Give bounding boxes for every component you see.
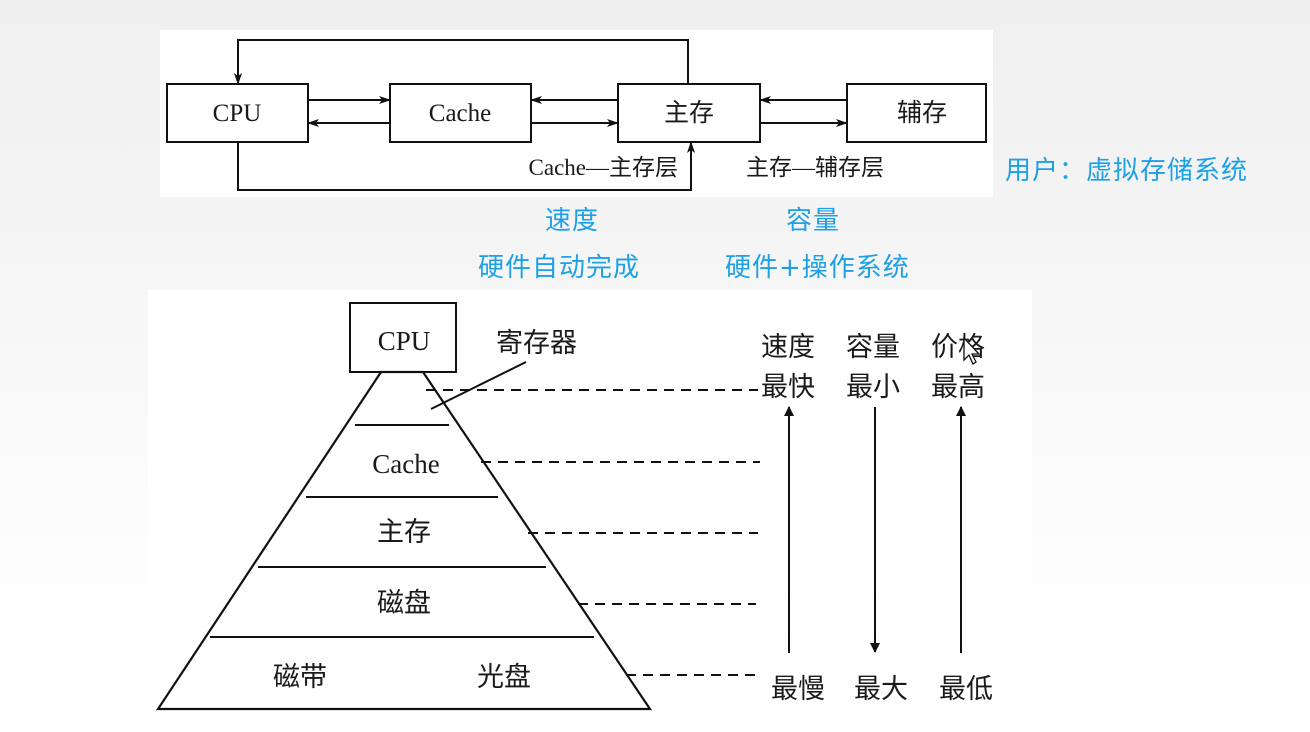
aux-memory-label: 辅存: [897, 99, 947, 127]
metric-price-bottom: 最低: [939, 674, 993, 704]
level-label-tape: 磁带: [273, 662, 327, 692]
metric-speed-bottom: 最慢: [771, 674, 825, 704]
metric-speed-top: 最快: [761, 372, 815, 402]
arrow-main-to-cpu-direct: [234, 39, 689, 85]
cache-main-aux-diagram: CPU Cache 主存 辅存 Cache—主存层 主存—辅存层: [160, 30, 993, 197]
metric-capacity-bottom: 最大: [854, 674, 908, 704]
metric-price-header: 价格: [931, 332, 985, 362]
metric-price-top: 最高: [931, 372, 985, 402]
speed-note: 速度: [545, 206, 600, 236]
level-label-disk: 磁盘: [377, 588, 431, 618]
memory-hierarchy-pyramid: CPU 寄存器 Cache 主存 磁盘 磁带 光盘 速度 容量 价格 最快 最小…: [148, 290, 1032, 732]
level-label-main: 主存: [377, 517, 431, 547]
metric-capacity-top: 最小: [846, 372, 900, 402]
register-leader-line: [430, 361, 527, 410]
hardware-auto-note: 硬件自动完成: [478, 253, 641, 283]
main-memory-label: 主存: [664, 99, 714, 127]
metric-capacity-header: 容量: [846, 332, 900, 362]
level-label-cache: Cache: [372, 449, 439, 479]
metric-speed-header: 速度: [761, 332, 815, 362]
level-label-optical: 光盘: [477, 662, 531, 692]
main-aux-level-label: 主存—辅存层: [746, 155, 884, 180]
register-label: 寄存器: [496, 328, 577, 358]
top-diagram-svg: CPU Cache 主存 辅存 Cache—主存层 主存—辅存层: [166, 39, 987, 191]
cache-main-level-label: Cache—主存层: [529, 155, 678, 180]
capacity-note: 容量: [786, 206, 841, 236]
pyramid-svg: CPU 寄存器 Cache 主存 磁盘 磁带 光盘 速度 容量 价格 最快 最小…: [155, 302, 993, 711]
pyramid-cpu-label: CPU: [378, 326, 431, 356]
hardware-os-note: 硬件+操作系统: [725, 253, 910, 283]
cpu-label: CPU: [213, 100, 262, 127]
user-virtual-storage-note: 用户：虚拟存储系统: [1005, 156, 1249, 186]
cache-label: Cache: [429, 100, 491, 127]
